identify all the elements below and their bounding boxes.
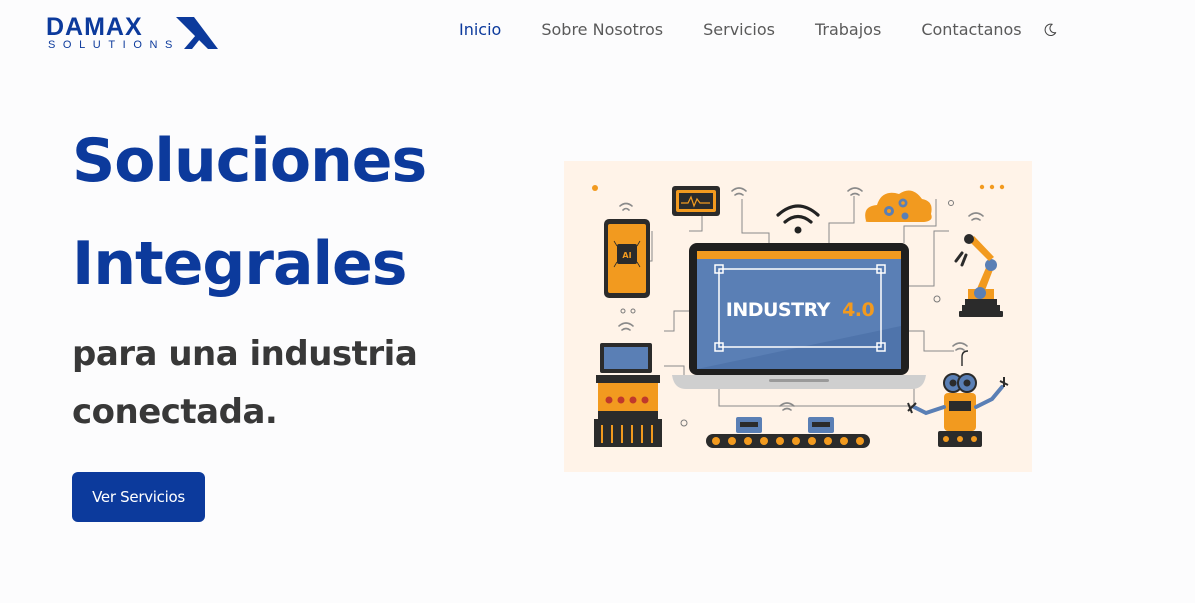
illustration-screen-text: INDUSTRY [726,299,831,321]
nav-item-inicio[interactable]: Inicio [459,19,501,41]
hero-subtitle-line-2: conectada. [72,392,278,432]
ver-servicios-button[interactable]: Ver Servicios [72,472,205,522]
nav-item-contactanos[interactable]: Contactanos [921,19,1021,41]
illustration-screen-version: 4.0 [842,299,874,321]
svg-text:AI: AI [622,251,631,260]
main-nav: Inicio Sobre Nosotros Servicios Trabajos… [459,18,1057,42]
moon-icon[interactable] [1043,23,1057,37]
industry-illustration: AI INDUSTRY 4.0 [564,161,1032,472]
logo-wordmark: DAMAX [46,13,143,41]
hero-subtitle-line-1: para una industria [72,334,418,374]
nav-item-sobre-nosotros[interactable]: Sobre Nosotros [541,19,663,41]
hero-title-line-2: Integrales [72,229,407,299]
nav-item-servicios[interactable]: Servicios [703,19,775,41]
svg-text:INDUSTRY 4.0: INDUSTRY 4.0 [726,299,875,321]
nav-item-trabajos[interactable]: Trabajos [815,19,881,41]
hero-title-line-1: Soluciones [72,126,427,196]
brand-logo[interactable]: DAMAX SOLUTIONS [46,13,221,54]
logo-swoosh-icon [176,17,218,49]
logo-tagline: SOLUTIONS [48,39,180,51]
